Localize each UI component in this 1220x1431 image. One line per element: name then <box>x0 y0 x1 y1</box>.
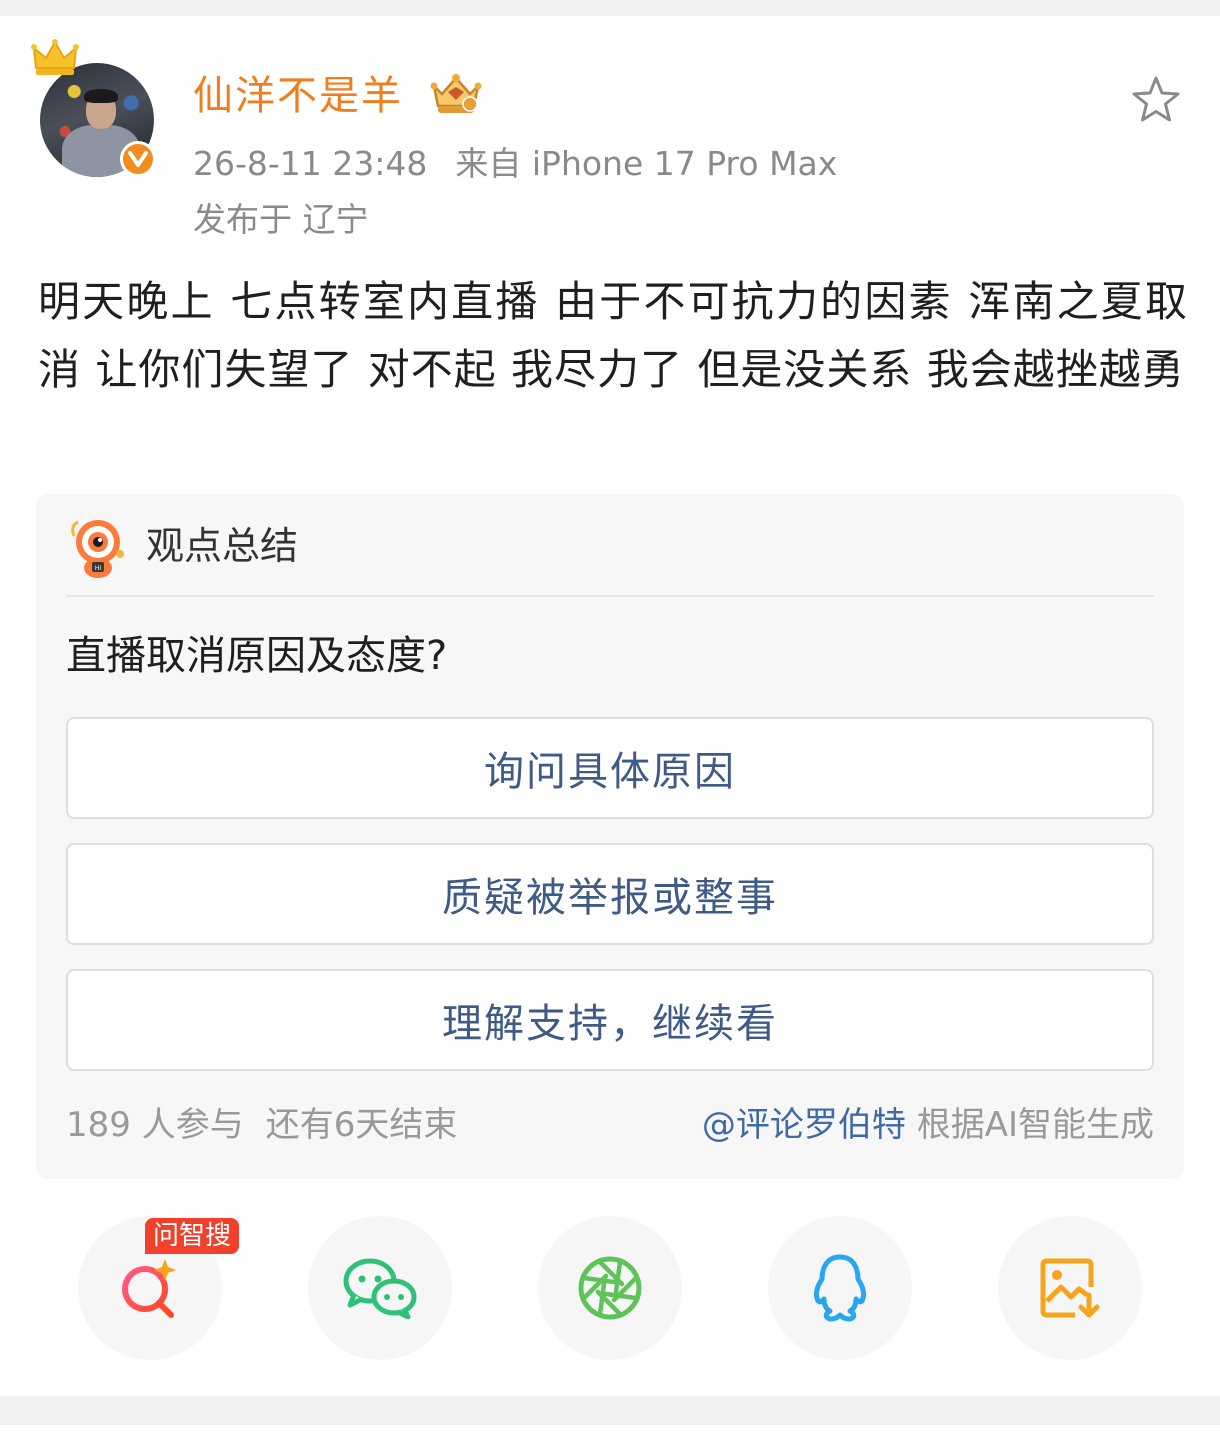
save-image-button[interactable] <box>998 1216 1142 1360</box>
post-text: 明天晚上 七点转室内直播 由于不可抗力的因素 浑南之夏取消 让你们失望了 对不起… <box>38 277 1188 394</box>
wechat-share-button[interactable] <box>308 1216 452 1360</box>
poll-question: 直播取消原因及态度? <box>66 633 448 679</box>
top-separator <box>0 0 1220 16</box>
crown-icon <box>31 39 79 75</box>
ai-search-tag: 问智搜 <box>145 1218 240 1254</box>
verified-check-icon <box>128 151 148 167</box>
save-image-icon <box>1040 1258 1100 1318</box>
verified-badge <box>120 141 156 177</box>
moments-share-button[interactable] <box>538 1216 682 1360</box>
poll-option-3[interactable]: 理解支持，继续看 <box>66 969 1154 1071</box>
poll-option-1[interactable]: 询问具体原因 <box>66 717 1154 819</box>
moments-icon <box>578 1256 642 1320</box>
poll-participants: 189 人参与 <box>66 1105 244 1145</box>
wechat-icon <box>343 1258 417 1319</box>
poll-header-label: 观点总结 <box>146 524 299 568</box>
star-outline-icon[interactable] <box>1128 72 1184 128</box>
poll-header: HI 观点总结 <box>66 514 1154 578</box>
post-location: 发布于 辽宁 <box>193 200 369 239</box>
bottom-separator <box>0 1396 1220 1425</box>
poll-card: HI 观点总结 直播取消原因及态度? 询问具体原因 质疑被举报或整事 理解支持，… <box>36 494 1184 1179</box>
username[interactable]: 仙洋不是羊 <box>193 70 403 122</box>
qq-icon <box>813 1254 867 1322</box>
qq-share-button[interactable] <box>768 1216 912 1360</box>
poll-option-2[interactable]: 质疑被举报或整事 <box>66 843 1154 945</box>
post-source: 来自 iPhone 17 Pro Max <box>455 144 838 183</box>
poll-remaining: 还有6天结束 <box>265 1105 458 1145</box>
svg-text:HI: HI <box>95 565 102 572</box>
vip-crown-badge-icon <box>430 74 482 113</box>
post-meta: 26-8-11 23:48 来自 iPhone 17 Pro Max <box>193 142 837 186</box>
robot-mascot-icon: HI <box>71 520 124 578</box>
poll-generator-mention[interactable]: @评论罗伯特 <box>702 1105 906 1145</box>
poll-divider <box>66 595 1154 597</box>
poll-footer: 189 人参与 还有6天结束 @评论罗伯特 根据AI智能生成 <box>66 1100 1154 1150</box>
avatar[interactable] <box>30 38 165 180</box>
poll-generator-suffix: 根据AI智能生成 <box>905 1105 1154 1145</box>
post-timestamp: 26-8-11 23:48 <box>193 144 428 183</box>
bottom-edge <box>0 1425 1220 1431</box>
ai-search-icon <box>122 1259 176 1318</box>
